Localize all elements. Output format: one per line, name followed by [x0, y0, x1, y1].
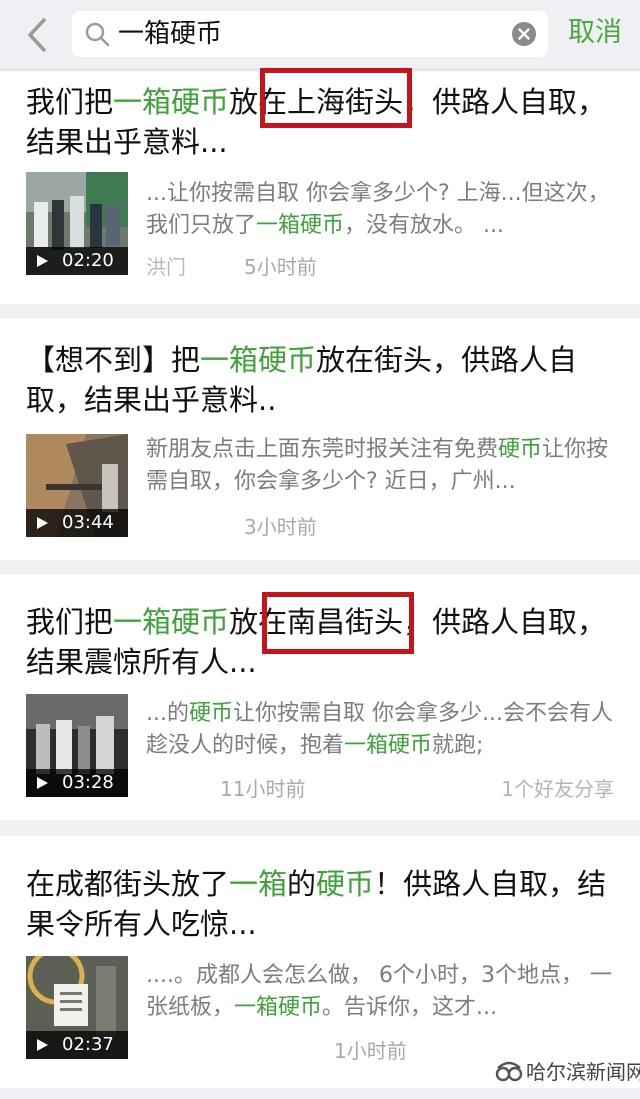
result-snippet: 新朋友点击上面东莞时报关注有免费硬币让你按需自取，你会拿多少个? 近日，广州..…	[146, 434, 616, 498]
search-query-text: 一箱硬币	[118, 19, 223, 49]
result-source: 洪门	[146, 255, 186, 279]
text-segment: 我们把	[26, 605, 114, 639]
video-duration: 03:28	[62, 772, 114, 793]
text-segment: 。告诉你，这才...	[322, 995, 498, 1020]
result-card-2[interactable]: 【想不到】把一箱硬币放在街头，供路人自取，结果出乎意料.. 03:44 新朋友点…	[0, 318, 640, 560]
chevron-left-icon	[28, 18, 46, 52]
result-time: 3小时前	[244, 515, 317, 539]
play-icon	[37, 1039, 48, 1051]
highlighted-keyword: 硬币	[316, 867, 375, 901]
highlighted-keyword: 一箱硬币	[234, 995, 323, 1020]
annotation-box	[260, 68, 412, 128]
back-button[interactable]	[18, 14, 58, 56]
play-icon	[37, 517, 48, 529]
highlighted-keyword: 一箱硬币	[256, 213, 345, 238]
play-icon	[37, 255, 48, 267]
result-title: 在成都街头放了一箱的硬币！供路人自取，结果令所有人吃惊...	[26, 864, 620, 944]
video-thumbnail[interactable]: 02:20	[26, 172, 128, 275]
highlighted-keyword: 一箱硬币	[344, 733, 433, 758]
cancel-button[interactable]: 取消	[568, 14, 622, 52]
video-thumbnail[interactable]: 03:28	[26, 694, 128, 797]
text-segment: 新朋友点击上面东莞时报关注有免费	[146, 437, 499, 462]
result-snippet: ....。成都人会怎么做， 6个小时，3个地点， 一张纸板，一箱硬币。告诉你，这…	[146, 960, 616, 1024]
text-segment: 在成都街头放了	[26, 867, 230, 901]
text-segment: 【想不到】把	[26, 343, 201, 377]
highlighted-keyword: 硬币	[188, 701, 233, 726]
search-icon	[85, 22, 110, 47]
text-segment: 的	[287, 867, 317, 901]
result-time: 1小时前	[334, 1039, 407, 1063]
video-thumbnail[interactable]: 03:44	[26, 434, 128, 537]
text-segment: ，没有放水。 ...	[344, 213, 505, 238]
wechat-channel-icon	[495, 1061, 523, 1082]
text-segment: 我们把	[26, 85, 114, 119]
search-input[interactable]: 一箱硬币	[72, 11, 548, 57]
watermark-text: 哈尔滨新闻网	[526, 1060, 640, 1084]
video-thumbnail[interactable]: 02:37	[26, 956, 128, 1059]
result-snippet: ...的硬币让你按需自取 你会拿多少...会不会有人趁没人的时候，抱着一箱硬币就…	[146, 698, 616, 762]
result-title: 【想不到】把一箱硬币放在街头，供路人自取，结果出乎意料..	[26, 340, 620, 420]
result-card-1[interactable]: 我们把一箱硬币放在上海街头，供路人自取，结果出乎意料... 02:20 ...让…	[0, 68, 640, 304]
friend-share-count: 1个好友分享	[501, 777, 614, 801]
highlighted-keyword: 一箱	[229, 867, 288, 901]
video-duration: 03:44	[62, 512, 114, 533]
highlighted-keyword: 一箱硬币	[200, 343, 317, 377]
annotation-box	[262, 592, 414, 654]
video-duration: 02:20	[62, 250, 114, 271]
text-segment: ...的	[146, 701, 189, 726]
play-icon	[37, 777, 48, 789]
highlighted-keyword: 一箱硬币	[113, 605, 230, 639]
clear-icon[interactable]	[512, 22, 536, 46]
result-time: 5小时前	[244, 255, 317, 279]
result-time: 11小时前	[220, 777, 306, 801]
video-duration: 02:37	[62, 1034, 114, 1055]
result-snippet: ...让你按需自取 你会拿多少个? 上海...但这次，我们只放了一箱硬币，没有放…	[146, 178, 616, 242]
highlighted-keyword: 硬币	[498, 437, 543, 462]
result-card-3[interactable]: 我们把一箱硬币放在南昌街头，供路人自取，结果震惊所有人... 03:28 ...…	[0, 574, 640, 820]
highlighted-keyword: 一箱硬币	[113, 85, 230, 119]
result-card-4[interactable]: 在成都街头放了一箱的硬币！供路人自取，结果令所有人吃惊... 02:37 ...…	[0, 836, 640, 1088]
text-segment: 就跑;	[432, 733, 484, 758]
search-header: 一箱硬币 取消	[0, 0, 640, 70]
